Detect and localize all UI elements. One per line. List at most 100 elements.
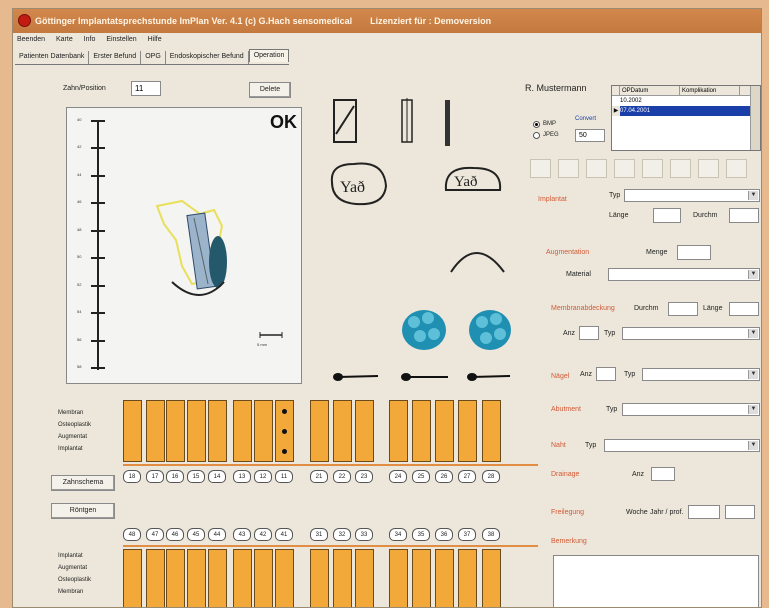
upper-tooth-number[interactable]: 25 (412, 470, 430, 483)
upper-tooth-27[interactable] (458, 400, 477, 462)
freilegung-woche-input[interactable] (688, 505, 720, 519)
table-row[interactable]: ▶ 07.04.2001 (612, 106, 760, 116)
lower-tooth-36[interactable] (435, 549, 454, 607)
membran-typ-select[interactable]: ▼ (622, 327, 760, 340)
status-box[interactable] (642, 159, 663, 178)
table-row[interactable] (612, 116, 760, 126)
lower-tooth-33[interactable] (355, 549, 374, 607)
lower-tooth-35[interactable] (412, 549, 431, 607)
upper-tooth-21[interactable] (310, 400, 329, 462)
upper-tooth-number[interactable]: 28 (482, 470, 500, 483)
upper-tooth-13[interactable] (233, 400, 252, 462)
upper-tooth-28[interactable] (482, 400, 501, 462)
lower-tooth-number[interactable]: 47 (146, 528, 164, 541)
upper-tooth-number[interactable]: 21 (310, 470, 328, 483)
cross-section-2-icon[interactable]: Yað (444, 166, 502, 191)
lower-tooth-45[interactable] (187, 549, 206, 607)
lower-tooth-number[interactable]: 36 (435, 528, 453, 541)
tab-patienten[interactable]: Patienten Datenbank (15, 51, 90, 64)
upper-tooth-number[interactable]: 13 (233, 470, 251, 483)
upper-tooth-number[interactable]: 15 (187, 470, 205, 483)
lower-tooth-44[interactable] (208, 549, 227, 607)
xray-view[interactable]: OK 40 42 44 46 48 50 52 54 56 58 5 mm (66, 107, 302, 384)
upper-tooth-12[interactable] (254, 400, 273, 462)
lower-tooth-43[interactable] (233, 549, 252, 607)
membran-anz-input[interactable] (579, 326, 599, 340)
upper-tooth-17[interactable] (146, 400, 165, 462)
menu-einstellen[interactable]: Einstellen (106, 36, 136, 43)
upper-tooth-22[interactable] (333, 400, 352, 462)
lower-tooth-number[interactable]: 46 (166, 528, 184, 541)
zahnschema-button[interactable]: Zahnschema (51, 475, 115, 491)
lower-tooth-number[interactable]: 31 (310, 528, 328, 541)
membran-durchm-input[interactable] (668, 302, 698, 316)
upper-tooth-number[interactable]: 24 (389, 470, 407, 483)
table-scrollbar[interactable] (750, 86, 760, 150)
upper-tooth-number[interactable]: 17 (146, 470, 164, 483)
upper-tooth-25[interactable] (412, 400, 431, 462)
lower-tooth-46[interactable] (166, 549, 185, 607)
status-box[interactable] (614, 159, 635, 178)
upper-tooth-15[interactable] (187, 400, 206, 462)
upper-tooth-number[interactable]: 16 (166, 470, 184, 483)
zahn-position-input[interactable]: 11 (131, 81, 161, 96)
upper-tooth-number[interactable]: 27 (458, 470, 476, 483)
upper-tooth-number[interactable]: 14 (208, 470, 226, 483)
upper-tooth-number[interactable]: 23 (355, 470, 373, 483)
upper-tooth-number[interactable]: 22 (333, 470, 351, 483)
lower-tooth-number[interactable]: 41 (275, 528, 293, 541)
upper-tooth-number[interactable]: 11 (275, 470, 293, 483)
implantat-typ-select[interactable]: ▼ (624, 189, 760, 202)
pin-3-icon[interactable] (467, 373, 511, 381)
lower-tooth-47[interactable] (146, 549, 165, 607)
implant-tool-3-icon[interactable] (445, 100, 450, 146)
pin-1-icon[interactable] (333, 373, 379, 381)
menu-karte[interactable]: Karte (56, 36, 73, 43)
lower-tooth-48[interactable] (123, 549, 142, 607)
freilegung-jahr-input[interactable] (725, 505, 755, 519)
material-select[interactable]: ▼ (608, 268, 760, 281)
lower-tooth-41[interactable] (275, 549, 294, 607)
menu-info[interactable]: Info (84, 36, 96, 43)
lower-tooth-number[interactable]: 43 (233, 528, 251, 541)
membran-laenge-input[interactable] (729, 302, 759, 316)
upper-tooth-18[interactable] (123, 400, 142, 462)
lower-tooth-42[interactable] (254, 549, 273, 607)
laenge-input[interactable] (653, 208, 681, 223)
lower-tooth-number[interactable]: 37 (458, 528, 476, 541)
naegel-anz-input[interactable] (596, 367, 616, 381)
menge-input[interactable] (677, 245, 711, 260)
implant-tool-1-icon[interactable] (333, 99, 357, 143)
lower-tooth-number[interactable]: 33 (355, 528, 373, 541)
menu-hilfe[interactable]: Hilfe (148, 36, 162, 43)
lower-tooth-number[interactable]: 32 (333, 528, 351, 541)
lower-tooth-32[interactable] (333, 549, 352, 607)
delete-button[interactable]: Delete (249, 82, 291, 98)
status-box[interactable] (726, 159, 747, 178)
implant-tool-2-icon[interactable] (401, 98, 413, 143)
table-row[interactable]: 10.2002 (612, 96, 760, 106)
roentgen-button[interactable]: Röntgen (51, 503, 115, 519)
tab-endoskopie[interactable]: Endoskopischer Befund (166, 51, 249, 64)
lower-tooth-number[interactable]: 34 (389, 528, 407, 541)
upper-tooth-16[interactable] (166, 400, 185, 462)
lower-tooth-number[interactable]: 35 (412, 528, 430, 541)
pin-2-icon[interactable] (401, 373, 448, 381)
lower-tooth-number[interactable]: 44 (208, 528, 226, 541)
lower-tooth-34[interactable] (389, 549, 408, 607)
status-box[interactable] (698, 159, 719, 178)
bone-granules-1-icon[interactable] (402, 310, 446, 350)
bemerkung-textarea[interactable] (553, 555, 759, 607)
lower-tooth-31[interactable] (310, 549, 329, 607)
upper-tooth-number[interactable]: 18 (123, 470, 141, 483)
lower-tooth-38[interactable] (482, 549, 501, 607)
bone-granules-2-icon[interactable] (469, 310, 511, 350)
status-box[interactable] (670, 159, 691, 178)
upper-tooth-number[interactable]: 26 (435, 470, 453, 483)
menu-beenden[interactable]: Beenden (17, 36, 45, 43)
upper-tooth-24[interactable] (389, 400, 408, 462)
naegel-typ-select[interactable]: ▼ (642, 368, 760, 381)
upper-tooth-26[interactable] (435, 400, 454, 462)
upper-tooth-14[interactable] (208, 400, 227, 462)
bmp-radio[interactable] (533, 121, 540, 128)
